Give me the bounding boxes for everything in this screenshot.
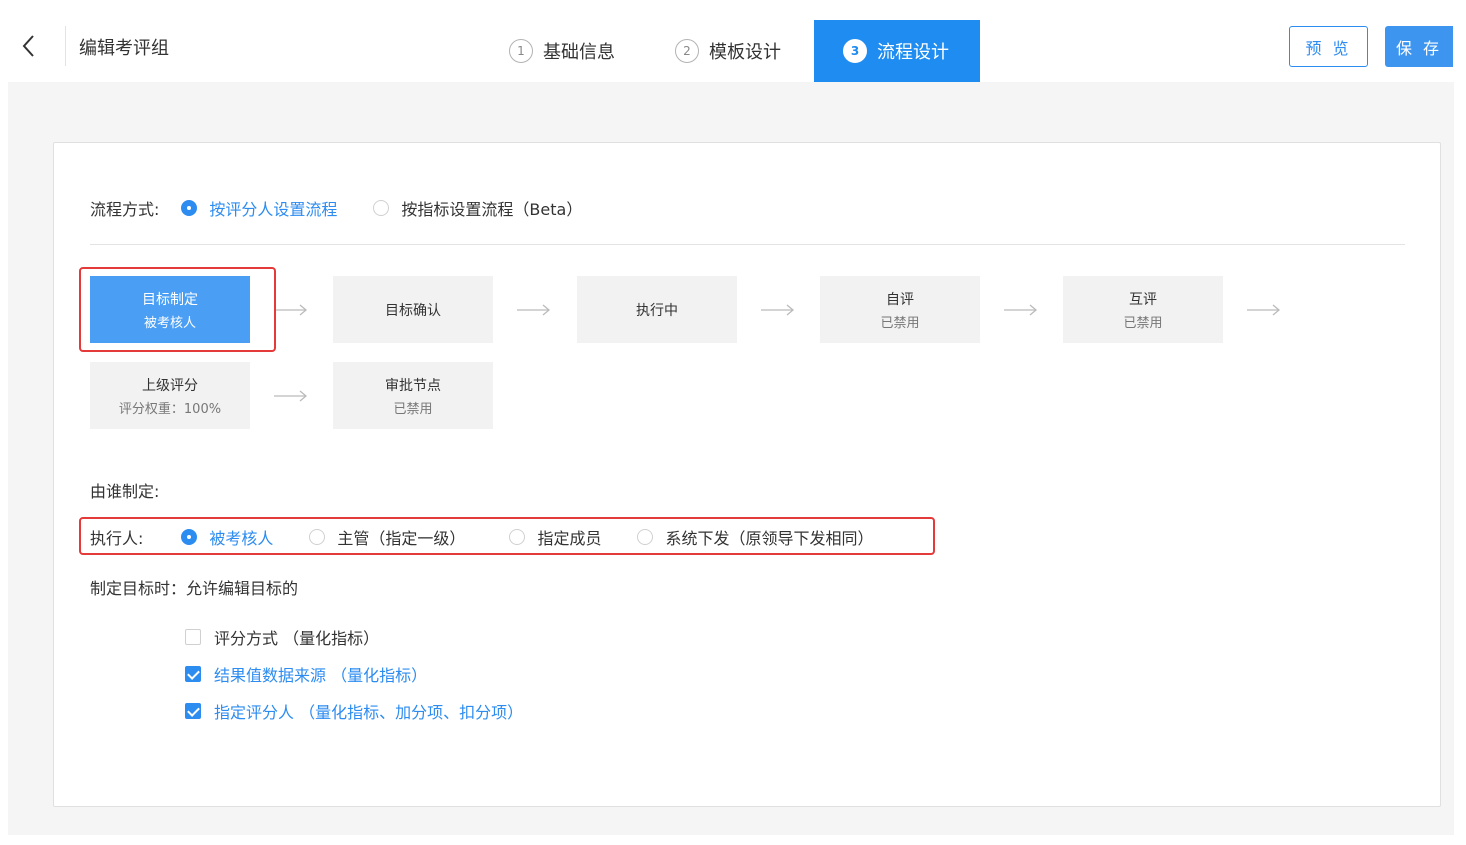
node-title: 自评 [886, 291, 914, 308]
page-title: 编辑考评组 [79, 38, 169, 59]
step-basic-info[interactable]: 1 基础信息 [509, 20, 615, 82]
checkbox-box [185, 703, 201, 719]
checkbox-result-source[interactable]: 结果值数据来源 （量化指标） [185, 662, 427, 686]
node-title: 审批节点 [385, 377, 441, 394]
checkbox-scoring-method[interactable]: 评分方式 （量化指标） [185, 625, 379, 649]
radio-by-indicator[interactable]: 按指标设置流程（Beta） [373, 196, 582, 220]
flow-node-self-review[interactable]: 自评 已禁用 [820, 276, 980, 343]
header-divider [65, 26, 66, 66]
step-label: 流程设计 [877, 42, 949, 63]
flow-node-peer-review[interactable]: 互评 已禁用 [1063, 276, 1223, 343]
flow-node-goal-confirm[interactable]: 目标确认 [333, 276, 493, 343]
node-title: 目标确认 [385, 302, 441, 319]
flow-node-superior-rating[interactable]: 上级评分 评分权重：100% [90, 362, 250, 429]
node-title: 执行中 [636, 302, 678, 319]
step-process-design[interactable]: 3 流程设计 [814, 20, 980, 82]
arrow-right-icon [761, 304, 795, 316]
arrow-right-icon [274, 304, 308, 316]
step-label: 模板设计 [709, 42, 781, 63]
node-subtitle: 评分权重：100% [118, 401, 222, 417]
checkbox-box [185, 629, 201, 645]
checkbox-label: 结果值数据来源 （量化指标） [214, 666, 428, 685]
node-subtitle: 已禁用 [393, 401, 433, 417]
preview-button[interactable]: 预 览 [1289, 26, 1368, 67]
radio-label: 按指标设置流程（Beta） [401, 200, 583, 219]
who-sets-label: 由谁制定: [90, 482, 160, 501]
node-title: 上级评分 [142, 377, 198, 394]
goal-edit-label: 制定目标时：允许编辑目标的 [90, 579, 299, 598]
step-template-design[interactable]: 2 模板设计 [675, 20, 781, 82]
arrow-right-icon [517, 304, 551, 316]
radio-dot [373, 200, 390, 216]
section-divider [90, 244, 1405, 245]
node-subtitle: 已禁用 [880, 315, 920, 331]
checkbox-label: 评分方式 （量化指标） [214, 629, 380, 648]
checkbox-label: 指定评分人 （量化指标、加分项、扣分项） [214, 703, 524, 722]
checkbox-box [185, 666, 201, 682]
step-number: 3 [843, 39, 867, 63]
arrow-right-icon [1247, 304, 1281, 316]
node-subtitle: 已禁用 [1123, 315, 1163, 331]
save-button[interactable]: 保 存 [1385, 26, 1453, 67]
arrow-right-icon [274, 390, 308, 402]
radio-label: 按评分人设置流程 [209, 200, 338, 219]
process-mode-label: 流程方式: [90, 200, 160, 219]
highlight-box-executor [79, 517, 935, 555]
step-number: 1 [509, 39, 533, 63]
flow-node-executing[interactable]: 执行中 [577, 276, 737, 343]
back-chevron-icon[interactable] [16, 30, 44, 62]
process-mode-row: 流程方式: 按评分人设置流程 按指标设置流程（Beta） [90, 197, 582, 219]
node-title: 互评 [1129, 291, 1157, 308]
highlight-box-goal-node [79, 267, 276, 352]
flow-node-approval[interactable]: 审批节点 已禁用 [333, 362, 493, 429]
top-bar: 编辑考评组 1 基础信息 2 模板设计 3 流程设计 预 览 保 存 [0, 0, 1466, 82]
radio-by-rater[interactable]: 按评分人设置流程 [181, 196, 337, 220]
radio-dot [181, 200, 198, 216]
checkbox-specify-rater[interactable]: 指定评分人 （量化指标、加分项、扣分项） [185, 699, 523, 723]
step-label: 基础信息 [543, 42, 615, 63]
step-number: 2 [675, 39, 699, 63]
arrow-right-icon [1004, 304, 1038, 316]
